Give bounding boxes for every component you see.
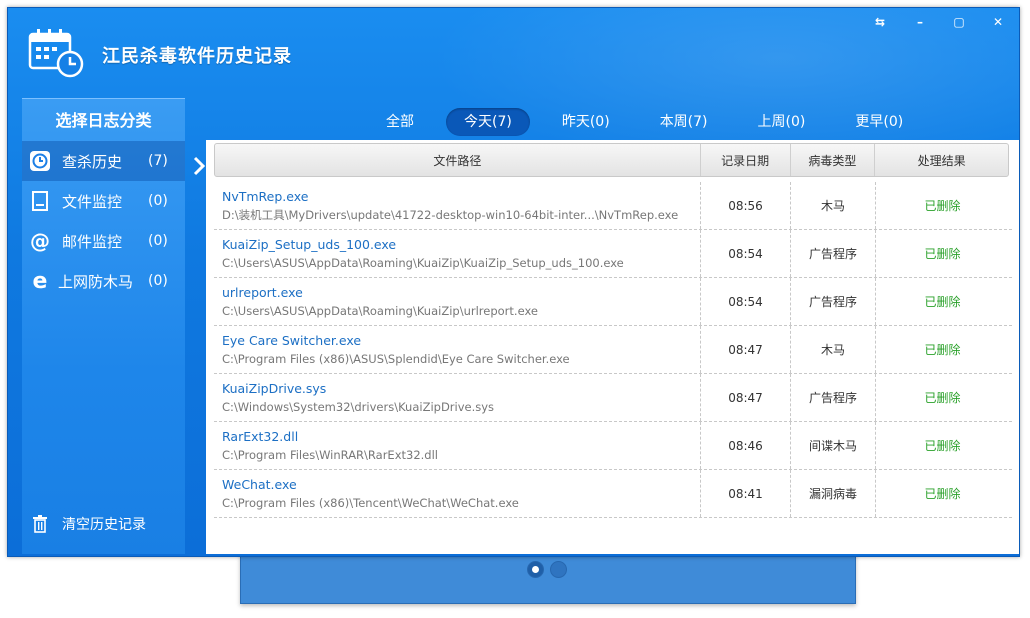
header-file-path[interactable]: 文件路径: [215, 144, 701, 176]
sidebar-item-file-monitor[interactable]: 文件监控 (0): [22, 181, 185, 221]
file-name[interactable]: KuaiZipDrive.sys: [222, 380, 326, 398]
trash-icon: [33, 515, 47, 533]
header-virus-type[interactable]: 病毒类型: [791, 144, 876, 176]
sidebar-item-count: (0): [148, 273, 168, 289]
record-time: 08:46: [701, 422, 791, 469]
sidebar-item-label: 文件监控: [62, 192, 123, 211]
page-dot-2[interactable]: [550, 561, 567, 578]
calendar-clock-icon: [28, 29, 84, 78]
result-status: 已删除: [924, 343, 961, 357]
sidebar-item-count: (0): [148, 233, 168, 249]
virus-type: 漏洞病毒: [791, 470, 876, 517]
table-row[interactable]: WeChat.exe C:\Program Files (x86)\Tencent…: [214, 470, 1012, 518]
tab-all[interactable]: 全部: [368, 108, 432, 136]
record-time: 08:47: [701, 374, 791, 421]
virus-type: 木马: [791, 326, 876, 373]
history-window: 江民杀毒软件历史记录 ⇆ – ▢ ✕ 选择日志分类 查杀历史 (7) 文件监控 …: [7, 7, 1020, 557]
file-path: C:\Program Files\WinRAR\RarExt32.dll: [222, 447, 438, 462]
restore-size-button[interactable]: ⇆: [863, 12, 897, 32]
file-name[interactable]: NvTmRep.exe: [222, 188, 308, 206]
header-record-date[interactable]: 记录日期: [701, 144, 791, 176]
file-path: C:\Program Files (x86)\ASUS\Splendid\Eye…: [222, 351, 570, 366]
maximize-button[interactable]: ▢: [942, 12, 976, 32]
date-filter-tabs: 全部 今天(7) 昨天(0) 本周(7) 上周(0) 更早(0): [368, 108, 935, 136]
record-time: 08:47: [701, 326, 791, 373]
close-button[interactable]: ✕: [981, 12, 1015, 32]
file-name[interactable]: KuaiZip_Setup_uds_100.exe: [222, 236, 396, 254]
table-row[interactable]: NvTmRep.exe D:\装机工具\MyDrivers\update\4172…: [214, 182, 1012, 230]
sidebar: 选择日志分类 查杀历史 (7) 文件监控 (0) @ 邮件监控 (0) e 上网…: [22, 98, 185, 554]
sidebar-item-web-trojan[interactable]: e 上网防木马 (0): [22, 261, 185, 301]
sidebar-item-count: (7): [148, 153, 168, 169]
page-dot-1[interactable]: [527, 561, 544, 578]
result-status: 已删除: [924, 247, 961, 261]
sidebar-item-label: 查杀历史: [62, 152, 123, 171]
file-path: C:\Users\ASUS\AppData\Roaming\KuaiZip\Ku…: [222, 255, 624, 270]
result-status: 已删除: [924, 199, 961, 213]
record-time: 08:54: [701, 230, 791, 277]
virus-type: 间谍木马: [791, 422, 876, 469]
file-path: C:\Program Files (x86)\Tencent\WeChat\We…: [222, 495, 519, 510]
result-status: 已删除: [924, 439, 961, 453]
file-path: C:\Windows\System32\drivers\KuaiZipDrive…: [222, 399, 495, 414]
sidebar-item-mail-monitor[interactable]: @ 邮件监控 (0): [22, 221, 185, 261]
table-row[interactable]: KuaiZip_Setup_uds_100.exe C:\Users\ASUS\A…: [214, 230, 1012, 278]
result-status: 已删除: [924, 487, 961, 501]
page-indicator: [527, 561, 567, 578]
table-header: 文件路径 记录日期 病毒类型 处理结果: [214, 143, 1009, 177]
record-time: 08:41: [701, 470, 791, 517]
table-row[interactable]: urlreport.exe C:\Users\ASUS\AppData\Roami…: [214, 278, 1012, 326]
tab-earlier[interactable]: 更早(0): [837, 108, 921, 136]
clock-icon: [28, 149, 52, 173]
file-icon: [28, 189, 52, 213]
minimize-button[interactable]: –: [903, 12, 937, 32]
file-name[interactable]: RarExt32.dll: [222, 428, 298, 446]
tab-this-week[interactable]: 本周(7): [642, 108, 726, 136]
sidebar-item-count: (0): [148, 193, 168, 209]
file-name[interactable]: Eye Care Switcher.exe: [222, 332, 361, 350]
table-row[interactable]: RarExt32.dll C:\Program Files\WinRAR\RarE…: [214, 422, 1012, 470]
sidebar-item-scan-history[interactable]: 查杀历史 (7): [22, 141, 185, 181]
table-row[interactable]: Eye Care Switcher.exe C:\Program Files (x…: [214, 326, 1012, 374]
file-path: C:\Users\ASUS\AppData\Roaming\KuaiZip\ur…: [222, 303, 538, 318]
virus-type: 广告程序: [791, 230, 876, 277]
file-name[interactable]: urlreport.exe: [222, 284, 303, 302]
sidebar-item-label: 上网防木马: [58, 272, 134, 291]
virus-type: 广告程序: [791, 374, 876, 421]
record-time: 08:56: [701, 182, 791, 229]
ie-icon: e: [32, 268, 48, 294]
table-row[interactable]: KuaiZipDrive.sys C:\Windows\System32\driv…: [214, 374, 1012, 422]
sidebar-item-label: 邮件监控: [62, 232, 123, 251]
chevron-right-icon: [193, 156, 206, 176]
clear-history-label: 清空历史记录: [62, 517, 146, 533]
file-path: D:\装机工具\MyDrivers\update\41722-desktop-w…: [222, 207, 679, 222]
tab-yesterday[interactable]: 昨天(0): [544, 108, 628, 136]
tab-today[interactable]: 今天(7): [446, 108, 530, 136]
clear-history-button[interactable]: 清空历史记录: [32, 514, 146, 534]
record-time: 08:54: [701, 278, 791, 325]
file-name[interactable]: WeChat.exe: [222, 476, 297, 494]
virus-type: 木马: [791, 182, 876, 229]
tab-last-week[interactable]: 上周(0): [740, 108, 824, 136]
virus-type: 广告程序: [791, 278, 876, 325]
header-result[interactable]: 处理结果: [875, 144, 1008, 176]
at-icon: @: [30, 229, 50, 253]
history-table-panel: 文件路径 记录日期 病毒类型 处理结果 NvTmRep.exe D:\装机工具\M…: [206, 140, 1019, 554]
result-status: 已删除: [924, 391, 961, 405]
sidebar-title: 选择日志分类: [55, 111, 152, 130]
result-status: 已删除: [924, 295, 961, 309]
history-rows: NvTmRep.exe D:\装机工具\MyDrivers\update\4172…: [214, 182, 1012, 518]
app-title: 江民杀毒软件历史记录: [102, 46, 292, 67]
